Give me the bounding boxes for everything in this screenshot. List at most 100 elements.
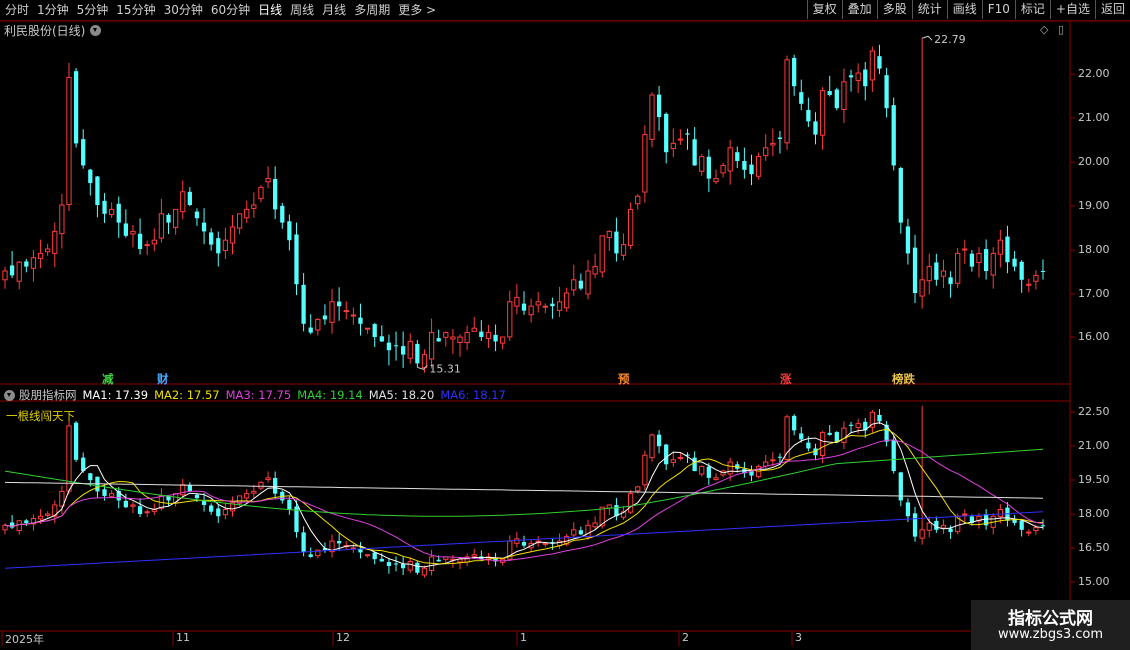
main-candle xyxy=(244,208,250,219)
main-candle xyxy=(614,231,619,254)
right-scroll-strip[interactable] xyxy=(1114,22,1130,632)
ind-candle xyxy=(578,530,584,535)
ind-candle xyxy=(677,457,684,459)
main-candle xyxy=(507,301,513,338)
ind-candle xyxy=(251,490,257,494)
chevron-down-icon[interactable] xyxy=(4,389,15,401)
main-candle xyxy=(542,305,548,308)
main-candle xyxy=(308,327,313,333)
main-candle xyxy=(407,340,413,359)
ind-candle xyxy=(1026,531,1032,534)
event-marker[interactable]: 财 xyxy=(157,371,169,387)
main-candle xyxy=(379,336,384,342)
ind-candle xyxy=(891,440,896,472)
main-candle xyxy=(30,257,37,269)
ind-candle xyxy=(265,477,271,481)
main-candle xyxy=(137,233,143,249)
event-marker[interactable]: 涨 xyxy=(780,371,792,387)
ind-candle xyxy=(664,444,669,465)
watermark-logo: 指标公式网 www.zbgs3.com xyxy=(971,600,1130,650)
event-marker[interactable]: 榜跌 xyxy=(892,371,915,387)
main-candle xyxy=(742,161,747,170)
ma-legend: MA1: 17.39 MA2: 17.57 MA3: 17.75 MA4: 19.14… xyxy=(83,388,512,402)
ind-candle xyxy=(770,459,776,462)
ind-candle xyxy=(45,513,51,516)
main-candle xyxy=(521,303,527,311)
ind-candle xyxy=(37,515,44,520)
ind-candle xyxy=(436,559,441,562)
kline-chart-canvas[interactable]: 22.79 15.31 xyxy=(0,0,1130,650)
watermark-url: www.zbgs3.com xyxy=(997,627,1104,642)
main-candle xyxy=(912,247,918,293)
main-candle xyxy=(493,334,498,342)
main-candle xyxy=(713,178,719,183)
main-candle xyxy=(343,310,349,313)
ma-label-1: MA1: 17.39 xyxy=(82,388,149,402)
main-candle xyxy=(301,284,306,324)
ind-candle xyxy=(649,434,655,459)
indicator-price-tick: 22.50 xyxy=(1078,405,1110,418)
ind-candle xyxy=(777,456,783,458)
ind-candle xyxy=(585,524,591,538)
main-candle xyxy=(997,239,1003,255)
main-candle xyxy=(720,164,726,174)
chevron-down-icon[interactable] xyxy=(90,25,102,36)
window-icon[interactable]: ▯ xyxy=(1058,23,1064,36)
main-candle xyxy=(66,76,72,205)
indicator-price-tick: 16.50 xyxy=(1078,541,1110,554)
price-tick: 20.00 xyxy=(1078,155,1110,168)
main-candle xyxy=(649,94,655,140)
ind-candle xyxy=(166,496,171,501)
ind-candle xyxy=(542,542,548,545)
ind-candle xyxy=(144,511,150,514)
main-candle xyxy=(884,75,889,109)
main-candle xyxy=(990,252,996,276)
main-candle xyxy=(386,342,392,351)
ind-candle xyxy=(386,562,392,566)
event-marker[interactable]: 预 xyxy=(618,371,630,387)
ind-candle xyxy=(287,499,292,510)
ind-candle xyxy=(393,563,399,565)
ind-candle xyxy=(379,558,384,562)
ind-candle xyxy=(222,508,229,516)
main-candle xyxy=(891,105,896,166)
main-candle xyxy=(393,345,399,347)
price-tick: 17.00 xyxy=(1078,287,1110,300)
ind-candle xyxy=(337,541,342,544)
ind-candle xyxy=(88,473,93,481)
ind-candle xyxy=(407,560,413,571)
main-candle xyxy=(415,343,420,364)
ind-candle xyxy=(792,415,797,431)
main-candle xyxy=(1033,274,1039,282)
ind-candle xyxy=(606,504,612,509)
main-candle xyxy=(358,317,363,324)
main-candle xyxy=(294,234,299,285)
main-candle xyxy=(236,213,243,229)
main-candle xyxy=(948,277,953,285)
ind-candle xyxy=(1033,527,1039,532)
ind-candle xyxy=(997,508,1003,518)
ind-candle xyxy=(273,478,278,494)
ind-candle xyxy=(827,432,832,435)
main-candle xyxy=(983,249,989,271)
main-candle xyxy=(1019,261,1024,280)
main-candle xyxy=(664,113,669,153)
main-candle xyxy=(81,139,86,166)
main-candle xyxy=(151,239,157,245)
main-candle xyxy=(763,147,769,157)
event-marker[interactable]: 减 xyxy=(102,371,114,387)
main-candle xyxy=(471,327,477,332)
main-candle xyxy=(855,72,861,81)
main-candle xyxy=(500,336,506,344)
main-candle xyxy=(337,301,342,307)
main-candle xyxy=(656,94,662,117)
ind-candle xyxy=(940,524,947,529)
main-candle xyxy=(863,69,868,87)
diamond-icon[interactable]: ◇ xyxy=(1040,23,1048,36)
price-tick: 22.00 xyxy=(1078,67,1110,80)
main-candle xyxy=(592,266,598,275)
ind-candle xyxy=(699,466,705,475)
main-candle xyxy=(606,230,612,238)
main-candle xyxy=(222,239,229,251)
low-price-label: 15.31 xyxy=(429,362,461,375)
